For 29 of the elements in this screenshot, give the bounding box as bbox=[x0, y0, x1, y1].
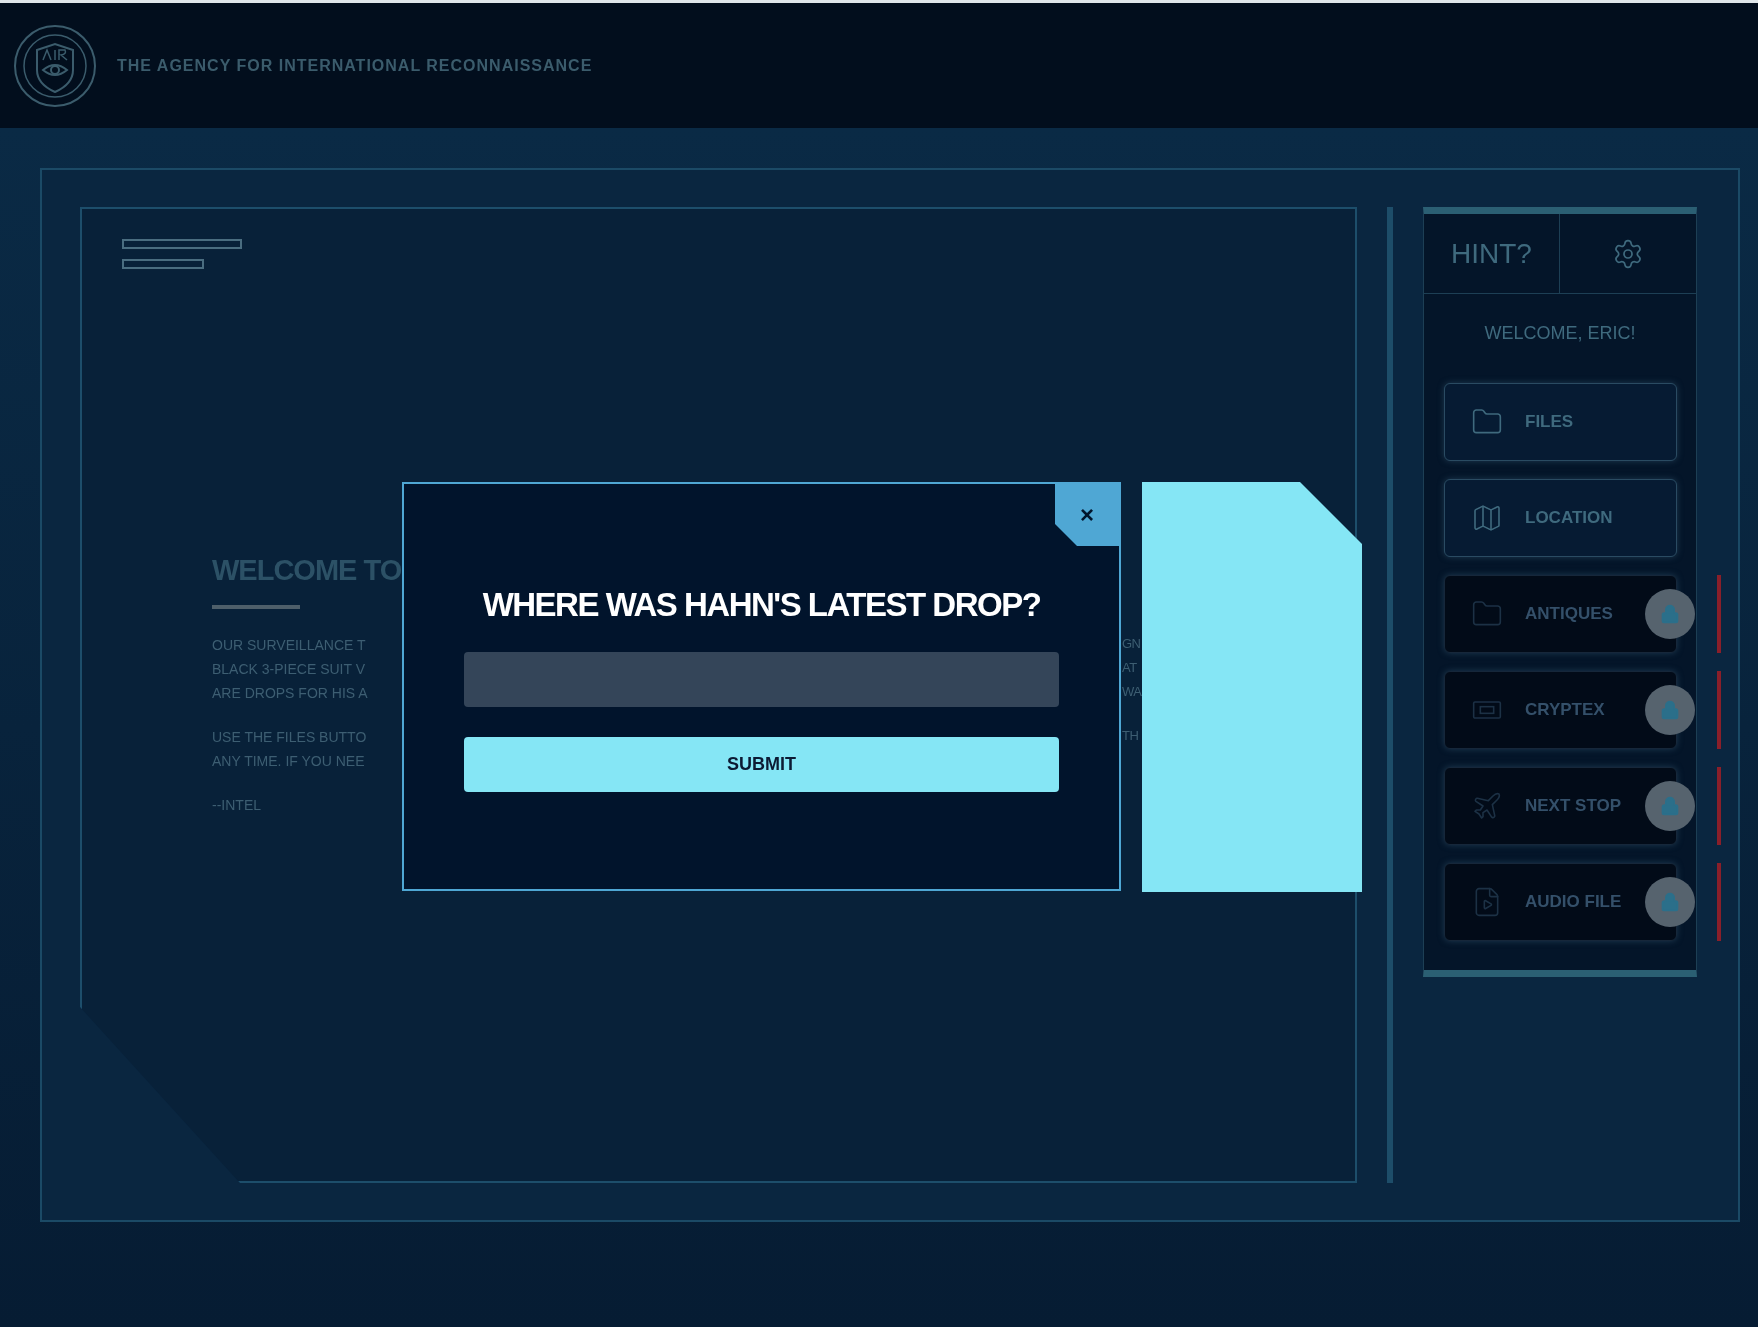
sidebar-item[interactable]: ANTIQUES bbox=[1444, 575, 1677, 653]
briefing-text: GN bbox=[1122, 635, 1141, 653]
briefing-text: AT bbox=[1122, 659, 1137, 677]
submit-button[interactable]: SUBMIT bbox=[464, 736, 1059, 792]
lock-badge bbox=[1645, 589, 1695, 639]
sidebar-item[interactable]: LOCATION bbox=[1444, 479, 1677, 557]
lock-badge bbox=[1645, 685, 1695, 735]
briefing-text: USE THE FILES BUTTO bbox=[212, 727, 367, 747]
agency-title: THE AGENCY FOR INTERNATIONAL RECONNAISSANCE bbox=[117, 55, 593, 76]
briefing-text: BLACK 3-PIECE SUIT V bbox=[212, 659, 365, 679]
lock-badge bbox=[1645, 781, 1695, 831]
briefing-text: --INTEL bbox=[212, 795, 261, 815]
plane-icon bbox=[1471, 790, 1503, 822]
lock-badge bbox=[1645, 877, 1695, 927]
question-title: WHERE WAS HAHN'S LATEST DROP? bbox=[482, 585, 1041, 625]
hint-button[interactable]: HINT? bbox=[1424, 214, 1560, 293]
sidebar-item[interactable]: AUDIO FILE bbox=[1444, 863, 1677, 941]
sidebar-item[interactable]: NEXT STOP bbox=[1444, 767, 1677, 845]
briefing-text: ANY TIME. IF YOU NEE bbox=[212, 751, 365, 771]
answer-field[interactable] bbox=[464, 651, 1059, 707]
briefing-text: WA bbox=[1122, 683, 1142, 701]
briefing-text: OUR SURVEILLANCE T bbox=[212, 635, 366, 655]
sidebar-item[interactable]: CRYPTEX bbox=[1444, 671, 1677, 749]
sidebar-item[interactable]: FILES bbox=[1444, 383, 1677, 461]
briefing-text: TH bbox=[1122, 727, 1139, 745]
settings-icon[interactable] bbox=[1612, 237, 1644, 270]
welcome-text: WELCOME, ERIC! bbox=[1483, 322, 1637, 345]
close-button[interactable]: × bbox=[1055, 484, 1119, 546]
briefing-text: ARE DROPS FOR HIS A bbox=[212, 683, 368, 703]
